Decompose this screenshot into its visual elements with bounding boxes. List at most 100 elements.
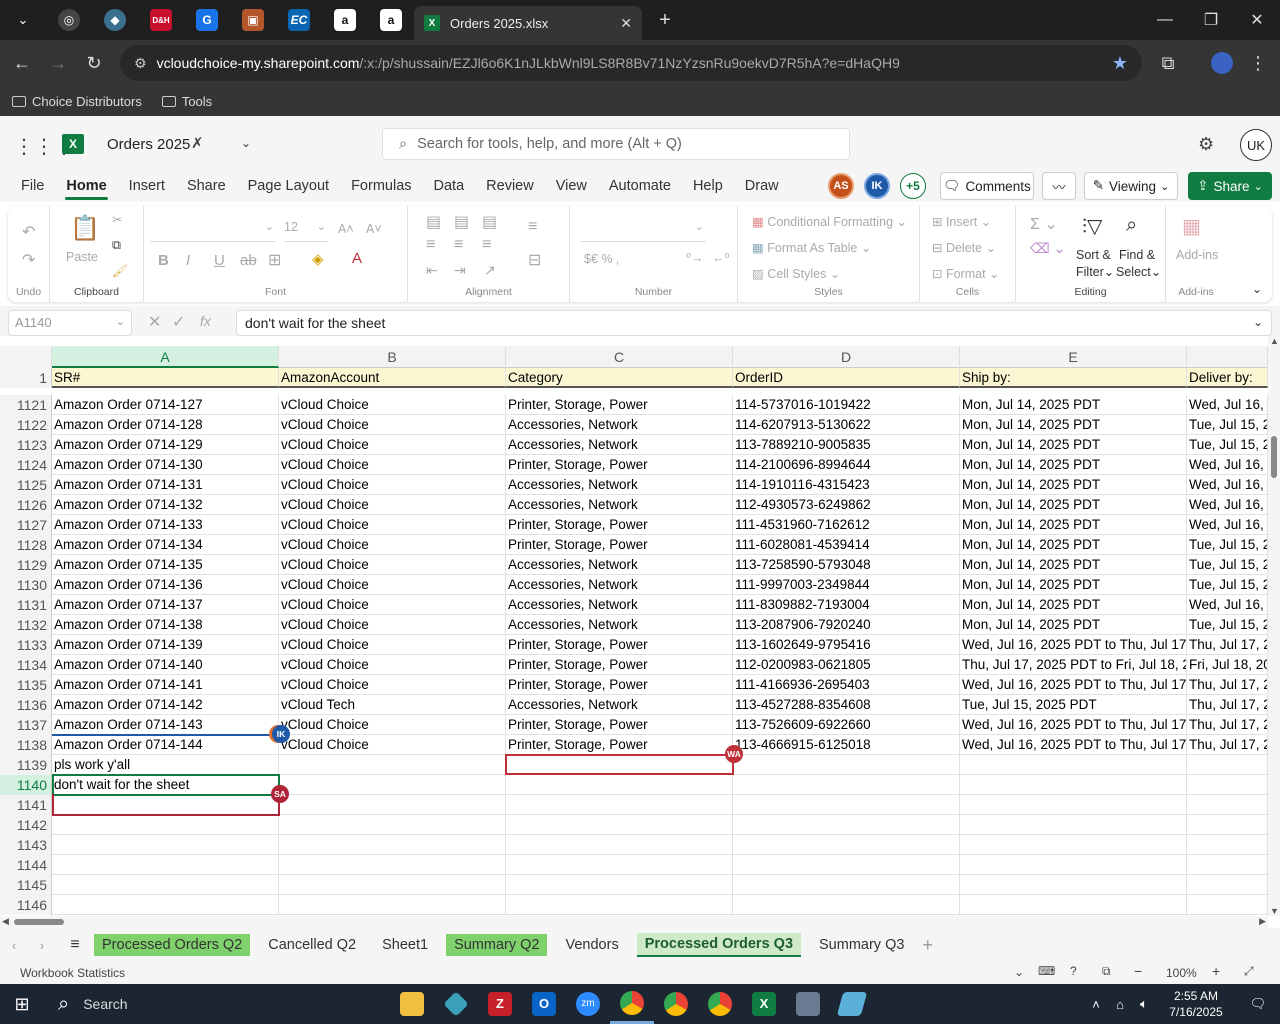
sort-filter-label-1[interactable]: Sort & bbox=[1076, 248, 1111, 262]
row-number[interactable]: 1133 bbox=[0, 635, 52, 655]
conditional-formatting-button[interactable]: ▦ Conditional Formatting ⌄ bbox=[752, 214, 907, 229]
cell[interactable] bbox=[506, 795, 733, 815]
cell[interactable] bbox=[960, 895, 1187, 915]
cell[interactable]: Amazon Order 0714-141 bbox=[52, 675, 279, 695]
tab-automate[interactable]: Automate bbox=[598, 172, 682, 202]
file-name[interactable]: Orders 2025 bbox=[107, 136, 190, 153]
cell[interactable]: Amazon Order 0714-130 bbox=[52, 455, 279, 475]
cell[interactable]: Tue, Jul 15, 20 bbox=[1187, 615, 1268, 635]
orientation-icon[interactable]: ↗ bbox=[484, 262, 496, 279]
header-cell[interactable]: Category bbox=[506, 368, 733, 388]
fullscreen-icon[interactable]: ⤢ bbox=[1244, 964, 1254, 979]
cell[interactable]: 113-4666915-6125018 bbox=[733, 735, 960, 755]
add-sheet-icon[interactable]: + bbox=[922, 935, 933, 956]
cell[interactable]: Mon, Jul 14, 2025 PDT bbox=[960, 475, 1187, 495]
help-icon[interactable]: ? bbox=[1070, 964, 1077, 978]
cell[interactable]: 113-2087906-7920240 bbox=[733, 615, 960, 635]
autosum-icon[interactable]: Σ ⌄ bbox=[1030, 214, 1058, 234]
cell[interactable]: Accessories, Network bbox=[506, 595, 733, 615]
sort-filter-icon[interactable]: ⫶▽ bbox=[1082, 214, 1102, 239]
sheet-tab[interactable]: Sheet1 bbox=[374, 934, 436, 956]
align-right-icon[interactable]: ≡ bbox=[482, 236, 491, 254]
excel-icon[interactable]: X bbox=[742, 984, 786, 1024]
row-number[interactable]: 1143 bbox=[0, 835, 52, 855]
cell[interactable]: 114-2100696-8994644 bbox=[733, 455, 960, 475]
cell[interactable]: 113-7258590-5793048 bbox=[733, 555, 960, 575]
cell[interactable]: Tue, Jul 15, 20 bbox=[1187, 415, 1268, 435]
merge-icon[interactable]: ⊟ bbox=[528, 250, 541, 270]
cell[interactable] bbox=[52, 895, 279, 915]
cell[interactable]: Printer, Storage, Power bbox=[506, 635, 733, 655]
name-box[interactable]: A1140 ⌄ bbox=[8, 310, 132, 336]
cell[interactable]: vCloud Choice bbox=[279, 715, 506, 735]
header-cell[interactable]: SR# bbox=[52, 368, 279, 388]
app-icon[interactable] bbox=[434, 984, 478, 1024]
row-number[interactable]: 1126 bbox=[0, 495, 52, 515]
cell[interactable]: Wed, Jul 16, 2025 PDT to Thu, Jul 17, 2 bbox=[960, 675, 1187, 695]
cell[interactable]: 113-4527288-8354608 bbox=[733, 695, 960, 715]
horizontal-scrollbar[interactable]: ◀ ▶ bbox=[0, 916, 1268, 928]
cell[interactable] bbox=[279, 755, 506, 775]
pinned-tab[interactable]: ▣ bbox=[230, 0, 276, 40]
cell[interactable] bbox=[1187, 855, 1268, 875]
cell[interactable]: 111-9997003-2349844 bbox=[733, 575, 960, 595]
activity-button[interactable]: 〰 bbox=[1042, 172, 1076, 200]
sheet-tab[interactable]: Processed Orders Q3 bbox=[636, 933, 802, 957]
cell[interactable]: Wed, Jul 16, 2 bbox=[1187, 495, 1268, 515]
cell[interactable]: Wed, Jul 16, 2025 PDT to Thu, Jul 17, 2 bbox=[960, 715, 1187, 735]
minimize-button[interactable]: — bbox=[1142, 0, 1188, 40]
forward-button[interactable]: → bbox=[40, 45, 76, 81]
cell[interactable] bbox=[1187, 755, 1268, 775]
cell[interactable] bbox=[733, 775, 960, 795]
scroll-thumb[interactable] bbox=[14, 919, 64, 925]
column-header[interactable] bbox=[1187, 346, 1268, 368]
cell[interactable] bbox=[733, 895, 960, 915]
row-number[interactable]: 1127 bbox=[0, 515, 52, 535]
cell[interactable]: vCloud Choice bbox=[279, 615, 506, 635]
row-number[interactable]: 1124 bbox=[0, 455, 52, 475]
tab-insert[interactable]: Insert bbox=[118, 172, 176, 202]
row-number[interactable]: 1134 bbox=[0, 655, 52, 675]
cell[interactable]: vCloud Choice bbox=[279, 415, 506, 435]
cell[interactable]: Wed, Jul 16, 2025 PDT to Thu, Jul 17, 2 bbox=[960, 635, 1187, 655]
cell[interactable]: Amazon Order 0714-131 bbox=[52, 475, 279, 495]
align-top-icon[interactable]: ▤ bbox=[426, 212, 441, 232]
pinned-tab[interactable]: EC bbox=[276, 0, 322, 40]
cell[interactable] bbox=[960, 755, 1187, 775]
cell[interactable]: Thu, Jul 17, 20 bbox=[1187, 735, 1268, 755]
pinned-tab[interactable]: a bbox=[322, 0, 368, 40]
row-number[interactable]: 1141 bbox=[0, 795, 52, 815]
formula-input[interactable]: don't wait for the sheet ⌄ bbox=[236, 310, 1272, 336]
address-bar[interactable]: ⚙ vcloudchoice-my.sharepoint.com/:x:/p/s… bbox=[120, 45, 1142, 81]
cell[interactable]: Mon, Jul 14, 2025 PDT bbox=[960, 435, 1187, 455]
outlook-icon[interactable]: O bbox=[522, 984, 566, 1024]
decrease-font-icon[interactable]: A˅ bbox=[366, 222, 382, 236]
viewing-mode-button[interactable]: ✎ Viewing ⌄ bbox=[1084, 172, 1178, 200]
find-icon[interactable]: ⌕ bbox=[1126, 214, 1137, 237]
cell[interactable]: Amazon Order 0714-144 bbox=[52, 735, 279, 755]
cell[interactable]: Printer, Storage, Power bbox=[506, 715, 733, 735]
cell[interactable]: 114-6207913-5130622 bbox=[733, 415, 960, 435]
font-name-dropdown[interactable]: ⌄ bbox=[150, 220, 276, 242]
column-header[interactable]: A bbox=[52, 346, 279, 368]
cell[interactable] bbox=[52, 835, 279, 855]
cell[interactable]: Accessories, Network bbox=[506, 555, 733, 575]
cell[interactable]: vCloud Choice bbox=[279, 635, 506, 655]
zoom-icon[interactable]: zm bbox=[566, 984, 610, 1024]
cell[interactable]: Accessories, Network bbox=[506, 575, 733, 595]
chevron-up-icon[interactable]: ˄ bbox=[1084, 984, 1108, 1024]
cell[interactable]: Tue, Jul 15, 20 bbox=[1187, 535, 1268, 555]
calculator-icon[interactable] bbox=[786, 984, 830, 1024]
cell[interactable]: 113-1602649-9795416 bbox=[733, 635, 960, 655]
find-select-label-1[interactable]: Find & bbox=[1119, 248, 1155, 262]
cell[interactable]: Amazon Order 0714-134 bbox=[52, 535, 279, 555]
cell[interactable]: Amazon Order 0714-143 bbox=[52, 715, 279, 735]
cell[interactable]: Printer, Storage, Power bbox=[506, 455, 733, 475]
cell[interactable]: Thu, Jul 17, 20 bbox=[1187, 715, 1268, 735]
cell[interactable]: Wed, Jul 16, 2 bbox=[1187, 595, 1268, 615]
row-number[interactable]: 1146 bbox=[0, 895, 52, 915]
volume-icon[interactable]: 🔈︎ bbox=[1132, 984, 1156, 1024]
cell[interactable]: Mon, Jul 14, 2025 PDT bbox=[960, 595, 1187, 615]
cell[interactable]: Accessories, Network bbox=[506, 695, 733, 715]
cell[interactable]: Accessories, Network bbox=[506, 475, 733, 495]
